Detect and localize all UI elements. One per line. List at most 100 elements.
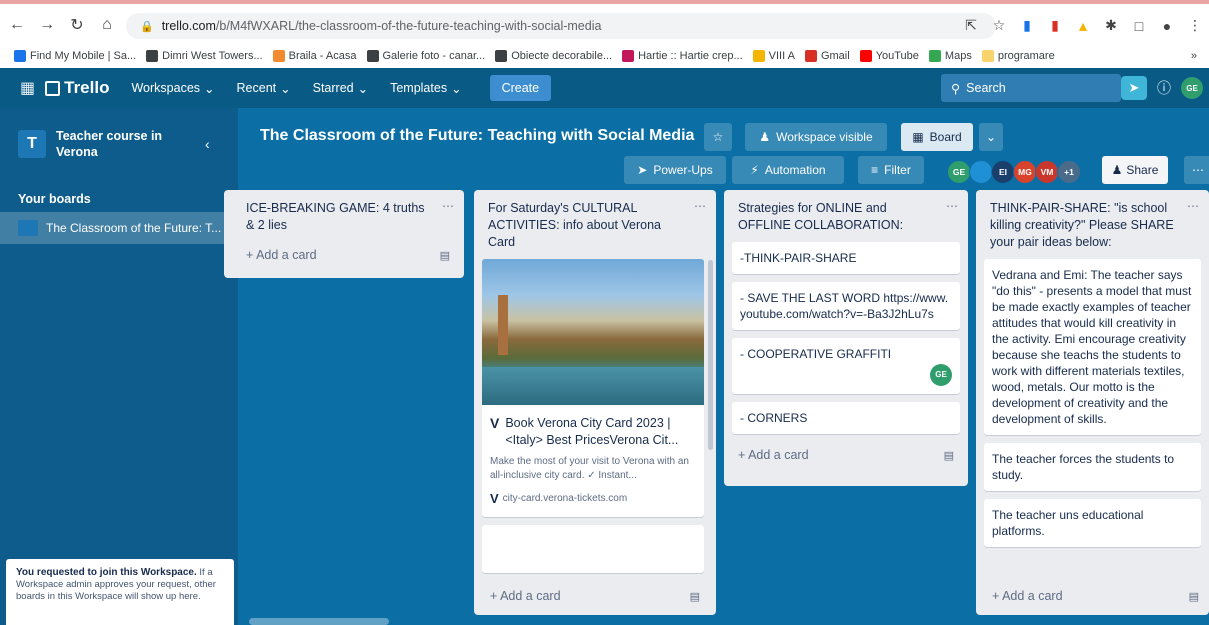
extension-icon[interactable]: ▮ <box>1019 17 1035 34</box>
card[interactable]: -THINK-PAIR-SHARE <box>732 242 960 274</box>
link-card[interactable]: V Book Verona City Card 2023 | <Italy> Be… <box>482 259 704 517</box>
automation-label: Automation <box>764 163 826 177</box>
list-title[interactable]: For Saturday's CULTURAL ACTIVITIES: info… <box>482 198 708 259</box>
profile-icon[interactable]: ● <box>1159 18 1175 34</box>
user-avatar[interactable]: GE <box>1181 77 1203 99</box>
card[interactable]: - SAVE THE LAST WORD https://www.youtube… <box>732 282 960 330</box>
automation-button[interactable]: ⚡ Automation <box>732 156 844 184</box>
trello-logo[interactable]: Trello <box>45 78 109 98</box>
reload-icon[interactable]: ↻ <box>64 12 90 38</box>
board-thumbnail <box>18 220 38 236</box>
list-title-text: THINK-PAIR-SHARE: "is school killing cre… <box>990 201 1174 249</box>
list-title[interactable]: Strategies for ONLINE and OFFLINE COLLAB… <box>732 198 960 242</box>
menu-templates[interactable]: Templates ⌄ <box>390 81 461 96</box>
list-title[interactable]: THINK-PAIR-SHARE: "is school killing cre… <box>984 198 1201 259</box>
tower-shape <box>498 295 508 355</box>
bookmark-item[interactable]: Find My Mobile | Sa... <box>14 50 136 62</box>
sidebar-board-item[interactable]: The Classroom of the Future: T... <box>0 212 238 244</box>
bookmark-item[interactable]: Obiecte decorabile... <box>495 50 612 62</box>
notifications-icon[interactable]: ➤ <box>1121 76 1147 100</box>
bookmark-item[interactable]: Dimri West Towers... <box>146 50 263 62</box>
bookmark-item[interactable]: YouTube <box>859 50 919 62</box>
bookmark-item[interactable]: Braila - Acasa <box>272 50 357 62</box>
workspace-sidebar: T Teacher course in Verona ‹ Your boards… <box>0 108 238 625</box>
add-card-button[interactable]: + Add a card ▤ <box>484 583 706 609</box>
create-button[interactable]: Create <box>489 75 552 101</box>
menu-recent[interactable]: Recent ⌄ <box>237 81 291 96</box>
sidebar-panel-icon[interactable]: □ <box>1131 18 1147 34</box>
card-template-icon[interactable]: ▤ <box>690 590 700 603</box>
card-template-icon[interactable]: ▤ <box>1189 590 1199 603</box>
card[interactable]: The teacher forces the students to study… <box>984 443 1201 491</box>
add-card-button[interactable]: + Add a card ▤ <box>732 442 960 468</box>
board-view-button[interactable]: ▦ Board <box>901 123 973 151</box>
list-title[interactable]: ICE-BREAKING GAME: 4 truths & 2 lies ⋯ <box>232 198 456 242</box>
member-avatar[interactable]: VM <box>1035 160 1059 184</box>
more-members-badge[interactable]: +1 <box>1057 160 1081 184</box>
share-page-icon[interactable]: ⇱ <box>963 17 979 34</box>
bookmark-item[interactable]: programare <box>981 50 1055 62</box>
link-domain[interactable]: Vcity-card.verona-tickets.com <box>490 491 696 507</box>
empty-card[interactable] <box>482 525 704 573</box>
puzzle-icon[interactable]: ✱ <box>1103 17 1119 34</box>
list-menu-icon[interactable]: ⋯ <box>442 198 454 215</box>
extension-icon[interactable]: ▮ <box>1047 17 1063 34</box>
workspace-avatar: T <box>18 130 46 158</box>
menu-starred[interactable]: Starred ⌄ <box>313 81 368 96</box>
bookmark-item[interactable]: Hartie :: Hartie crep... <box>622 50 743 62</box>
help-icon[interactable]: ⓘ <box>1157 78 1171 98</box>
collapse-sidebar-icon[interactable]: ‹ <box>205 136 210 152</box>
bookmark-item[interactable]: Galerie foto - canar... <box>366 50 485 62</box>
bookmark-star-icon[interactable]: ☆ <box>991 17 1007 34</box>
extension-icon[interactable]: ▲ <box>1075 18 1091 34</box>
address-bar[interactable]: 🔒 trello.com/b/M4fWXARL/the-classroom-of… <box>126 13 996 39</box>
list-scrollbar[interactable] <box>708 260 713 450</box>
card-member-avatar[interactable]: GE <box>930 364 952 386</box>
list-title-text: ICE-BREAKING GAME: 4 truths & 2 lies <box>246 201 425 232</box>
member-avatar[interactable]: GE <box>947 160 971 184</box>
bookmark-favicon-icon <box>495 50 508 62</box>
view-switcher-chevron-icon[interactable]: ⌄ <box>979 123 1003 151</box>
site-favicon-icon: V <box>490 491 499 506</box>
card[interactable]: - COOPERATIVE GRAFFITI GE <box>732 338 960 394</box>
card[interactable]: - CORNERS <box>732 402 960 434</box>
board-horizontal-scrollbar[interactable] <box>249 618 389 625</box>
search-input[interactable]: ⚲ Search <box>941 74 1121 102</box>
card[interactable]: Vedrana and Emi: The teacher says "do th… <box>984 259 1201 435</box>
member-avatar[interactable]: EI <box>991 160 1015 184</box>
forward-icon[interactable]: → <box>34 12 60 38</box>
member-avatar[interactable] <box>969 160 993 184</box>
link-description: Make the most of your visit to Verona wi… <box>490 456 689 481</box>
list-menu-icon[interactable]: ⋯ <box>694 198 706 215</box>
visibility-button[interactable]: ♟ Workspace visible <box>745 123 887 151</box>
add-card-button[interactable]: + Add a card ▤ <box>986 583 1205 609</box>
card-template-icon[interactable]: ▤ <box>944 449 954 462</box>
power-ups-label: Power-Ups <box>653 163 713 177</box>
home-icon[interactable]: ⌂ <box>94 12 120 38</box>
bookmark-item[interactable]: VIII A <box>752 50 795 62</box>
menu-workspaces[interactable]: Workspaces ⌄ <box>131 81 214 96</box>
list-menu-icon[interactable]: ⋯ <box>946 198 958 215</box>
star-board-icon[interactable]: ☆ <box>704 123 732 151</box>
workspace-name[interactable]: Teacher course in Verona <box>56 128 196 160</box>
list-menu-icon[interactable]: ⋯ <box>1187 198 1199 215</box>
power-ups-button[interactable]: ➤ Power-Ups <box>624 156 726 184</box>
bookmarks-overflow-icon[interactable]: » <box>1191 50 1197 62</box>
add-card-label: + Add a card <box>738 448 809 462</box>
add-card-button[interactable]: + Add a card ▤ <box>232 242 456 268</box>
header-right: ➤ ⓘ GE <box>1121 76 1203 100</box>
bookmarks-bar: Find My Mobile | Sa... Dimri West Towers.… <box>0 44 1209 68</box>
back-icon[interactable]: ← <box>4 12 30 38</box>
filter-button[interactable]: ≡ Filter <box>858 156 924 184</box>
share-button[interactable]: ♟ Share <box>1102 156 1168 184</box>
bookmark-item[interactable]: Maps <box>928 50 972 62</box>
card[interactable]: The teacher uns educational platforms. <box>984 499 1201 547</box>
apps-grid-icon[interactable]: ▦ <box>20 78 35 98</box>
bookmark-favicon-icon <box>622 50 635 62</box>
bookmark-item[interactable]: Gmail <box>804 50 850 62</box>
board-title[interactable]: The Classroom of the Future: Teaching wi… <box>260 127 694 145</box>
member-avatar[interactable]: MG <box>1013 160 1037 184</box>
card-template-icon[interactable]: ▤ <box>440 249 450 262</box>
browser-menu-icon[interactable]: ⋮ <box>1187 17 1203 34</box>
board-menu-icon[interactable]: ⋯ <box>1184 156 1209 184</box>
